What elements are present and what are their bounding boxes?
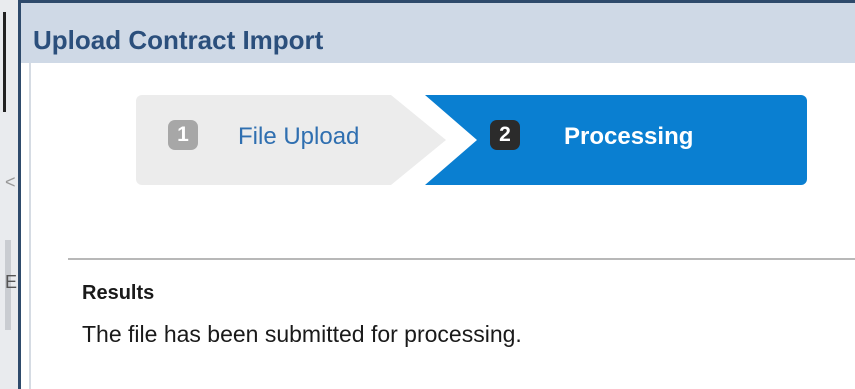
step-label-processing: Processing [564,123,694,150]
background-border [3,12,6,112]
results-heading: Results [82,282,155,304]
background-application: < E [0,0,20,389]
step-number-badge-1: 1 [168,120,198,150]
results-message: The file has been submitted for processi… [82,321,522,347]
section-divider [68,258,855,260]
dialog-title: Upload Contract Import [33,25,324,55]
background-partial-text: E [5,272,18,292]
step-number-badge-2: 2 [490,120,520,150]
wizard-steps: 1 File Upload 2 Processing [136,95,807,185]
step-label-file-upload: File Upload [238,123,360,150]
screen: < E Upload Contract Import 1 File Upload… [0,0,855,389]
dialog-header: Upload Contract Import [21,3,855,63]
background-chevron-icon: < [5,172,16,192]
